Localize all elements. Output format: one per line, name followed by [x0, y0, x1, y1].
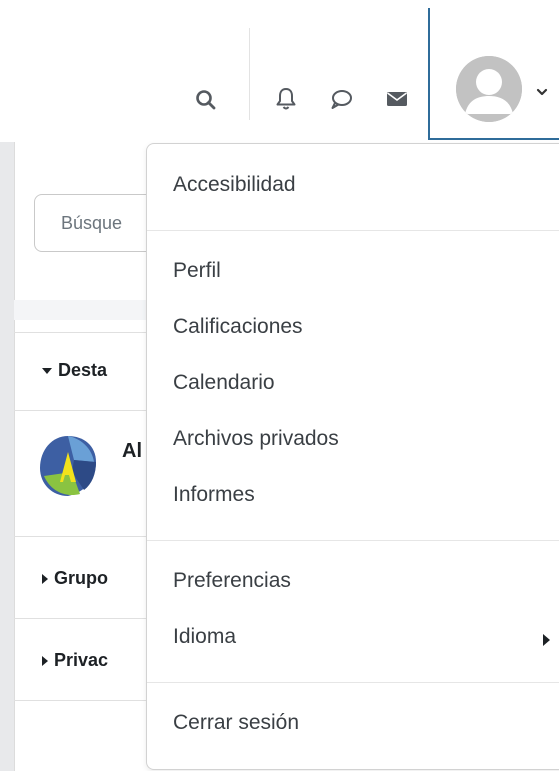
caret-down-icon	[42, 368, 52, 375]
search-icon[interactable]	[193, 87, 219, 113]
user-dropdown-menu: Accesibilidad Perfil Calificaciones Cale…	[146, 143, 559, 770]
chevron-down-icon[interactable]	[536, 84, 548, 102]
drawer-edge	[0, 142, 14, 771]
menu-item-accessibility[interactable]: Accesibilidad	[173, 173, 296, 197]
menu-item-profile[interactable]: Perfil	[173, 259, 221, 283]
drawer-section-private[interactable]: Privac	[42, 650, 108, 671]
caret-right-icon	[42, 656, 48, 667]
menu-divider	[147, 540, 559, 541]
menu-divider	[147, 682, 559, 683]
top-navbar	[0, 0, 559, 142]
menu-item-logout[interactable]: Cerrar sesión	[173, 711, 299, 735]
menu-divider	[147, 230, 559, 231]
drawer-section-groups[interactable]: Grupo	[42, 568, 108, 589]
menu-item-reports[interactable]: Informes	[173, 483, 255, 507]
avatar[interactable]	[456, 56, 522, 122]
bell-icon[interactable]	[273, 85, 299, 113]
course-logo[interactable]	[34, 432, 102, 500]
menu-item-preferences[interactable]: Preferencias	[173, 569, 291, 593]
submenu-arrow-icon	[543, 634, 550, 646]
page: Búsque Desta Al Grupo Privac Accesibilid…	[0, 0, 559, 771]
chat-bubble-icon[interactable]	[328, 87, 354, 111]
envelope-icon[interactable]	[384, 88, 410, 110]
menu-item-language[interactable]: Idioma	[173, 625, 236, 649]
menu-item-calendar[interactable]: Calendario	[173, 371, 275, 395]
drawer-section-highlighted[interactable]: Desta	[42, 360, 107, 381]
caret-right-icon	[42, 574, 48, 585]
user-menu-toggle[interactable]	[428, 8, 559, 140]
course-name[interactable]: Al	[122, 440, 142, 463]
menu-item-private-files[interactable]: Archivos privados	[173, 427, 339, 451]
menu-item-grades[interactable]: Calificaciones	[173, 315, 303, 339]
navbar-separator	[249, 28, 250, 120]
